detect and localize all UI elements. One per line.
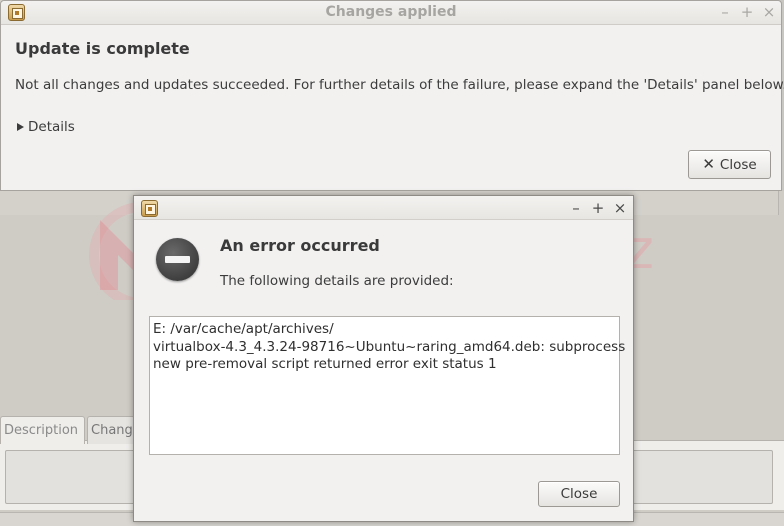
error-dialog: – + × An error occurred The following de…	[133, 195, 634, 522]
error-details-line: E: /var/cache/apt/archives/	[153, 321, 334, 337]
dialog-maximize-button[interactable]: +	[589, 199, 607, 217]
error-details-textarea[interactable]: E: /var/cache/apt/archives/ virtualbox-4…	[149, 316, 626, 455]
dialog-titlebar[interactable]: – + ×	[134, 196, 633, 220]
dialog-close-window-button[interactable]: ×	[611, 199, 629, 217]
details-label: Details	[28, 119, 75, 135]
window-title: Changes applied	[325, 4, 457, 20]
close-button[interactable]: ✕ Close	[688, 150, 771, 179]
changes-applied-window: Changes applied – + × Update is complete…	[0, 0, 784, 191]
dialog-minimize-button[interactable]: –	[567, 199, 585, 217]
error-message: The following details are provided:	[220, 273, 454, 289]
error-heading: An error occurred	[220, 236, 380, 255]
titlebar[interactable]: Changes applied – + ×	[1, 1, 781, 25]
details-expander[interactable]: Details	[17, 119, 75, 135]
expand-arrow-icon	[17, 123, 24, 131]
status-message: Not all changes and updates succeeded. F…	[15, 77, 784, 93]
error-details-line: virtualbox-4.3_4.3.24-98716~Ubuntu~rarin…	[153, 338, 626, 355]
package-app-icon	[141, 200, 158, 217]
tab-description[interactable]: Description	[0, 416, 85, 444]
dialog-close-button-label: Close	[560, 486, 598, 502]
page-title: Update is complete	[15, 39, 190, 58]
maximize-button[interactable]: +	[738, 3, 756, 21]
error-icon	[156, 238, 199, 281]
tab-changes[interactable]: Chang	[87, 416, 135, 444]
minimize-button[interactable]: –	[716, 3, 734, 21]
dialog-close-button[interactable]: Close	[538, 481, 620, 507]
error-details-line: new pre-removal script returned error ex…	[153, 356, 497, 372]
close-button-label: Close	[719, 156, 757, 173]
close-icon: ✕	[702, 155, 715, 173]
close-window-button[interactable]: ×	[760, 3, 778, 21]
